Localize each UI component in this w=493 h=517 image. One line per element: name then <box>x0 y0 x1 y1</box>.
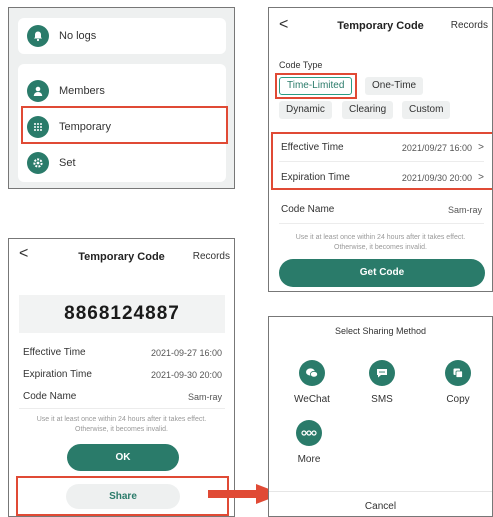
share-option-label: More <box>297 454 321 465</box>
expiration-time-label: Expiration Time <box>23 369 92 380</box>
share-sheet-title: Select Sharing Method <box>334 326 427 336</box>
hint-text-line1: Use it at least once within 24 hours aft… <box>36 416 207 423</box>
gear-icon <box>27 152 49 174</box>
nav-bar: < Temporary Code Records <box>9 239 234 275</box>
share-sheet: Select Sharing Method WeChat SMS Copy Mo… <box>268 316 493 517</box>
effective-time-label: Effective Time <box>281 142 344 153</box>
share-button[interactable]: Share <box>66 484 180 509</box>
records-link[interactable]: Records <box>193 251 230 262</box>
hint-text-line2: Otherwise, it becomes invalid. <box>75 426 168 433</box>
code-name-label: Code Name <box>281 204 335 215</box>
highlight-temporary <box>21 106 228 144</box>
divider <box>19 408 225 409</box>
expiration-time-value: 2021-09-30 20:00 <box>150 370 222 380</box>
share-option-sms[interactable]: SMS <box>352 360 412 405</box>
bell-icon <box>27 25 49 47</box>
person-icon <box>27 80 49 102</box>
share-option-more[interactable]: More <box>279 420 339 465</box>
divider <box>269 491 492 492</box>
menu-item-logs[interactable]: No logs <box>18 20 96 52</box>
ok-button[interactable]: OK <box>67 444 179 471</box>
menu-item-set[interactable]: Set <box>18 147 76 179</box>
type-clearing[interactable]: Clearing <box>342 101 394 119</box>
share-option-copy[interactable]: Copy <box>428 360 488 405</box>
share-option-label: SMS <box>371 394 393 405</box>
code-name-value: Sam-ray <box>187 392 222 402</box>
records-link[interactable]: Records <box>451 20 488 31</box>
divider <box>279 223 484 224</box>
effective-time-value: 2021/09/27 16:00 <box>401 143 472 153</box>
nav-bar: < Temporary Code Records <box>269 8 492 44</box>
expiration-time-label: Expiration Time <box>281 172 350 183</box>
generated-code: 8868124887 <box>19 295 225 333</box>
share-option-label: Copy <box>446 394 470 405</box>
expiration-time-value: 2021/09/30 20:00 <box>401 173 472 183</box>
get-code-button[interactable]: Get Code <box>279 259 485 287</box>
menu-item-label: Members <box>59 85 105 97</box>
type-dynamic[interactable]: Dynamic <box>279 101 332 119</box>
highlight-time-limited <box>275 73 357 99</box>
copy-icon <box>445 360 471 386</box>
more-icon <box>296 420 322 446</box>
wechat-icon <box>299 360 325 386</box>
code-result-panel: < Temporary Code Records 8868124887 Effe… <box>8 238 235 517</box>
hint-text-line2: Otherwise, it becomes invalid. <box>334 244 427 251</box>
menu-panel: No logs Members Temporary Set <box>8 7 235 189</box>
menu-item-label: Set <box>59 157 76 169</box>
hint-text-line1: Use it at least once within 24 hours aft… <box>295 234 466 241</box>
effective-time-value: 2021-09-27 16:00 <box>150 348 222 358</box>
share-option-wechat[interactable]: WeChat <box>282 360 342 405</box>
type-one-time[interactable]: One-Time <box>365 77 424 95</box>
share-option-label: WeChat <box>294 394 330 405</box>
temporary-code-form: < Temporary Code Records Code Type Time-… <box>268 7 493 292</box>
menu-item-members[interactable]: Members <box>18 75 105 107</box>
chevron-right-icon: > <box>478 172 484 183</box>
effective-time-label: Effective Time <box>23 347 86 358</box>
menu-item-label: No logs <box>59 30 97 42</box>
code-name-value: Sam-ray <box>447 205 482 215</box>
code-name-label: Code Name <box>23 391 77 402</box>
sms-icon <box>369 360 395 386</box>
cancel-button[interactable]: Cancel <box>269 501 492 512</box>
divider <box>279 161 484 162</box>
type-custom[interactable]: Custom <box>402 101 451 119</box>
logs-card: No logs <box>18 18 226 54</box>
chevron-right-icon: > <box>478 142 484 153</box>
code-type-label: Code Type <box>279 60 323 70</box>
